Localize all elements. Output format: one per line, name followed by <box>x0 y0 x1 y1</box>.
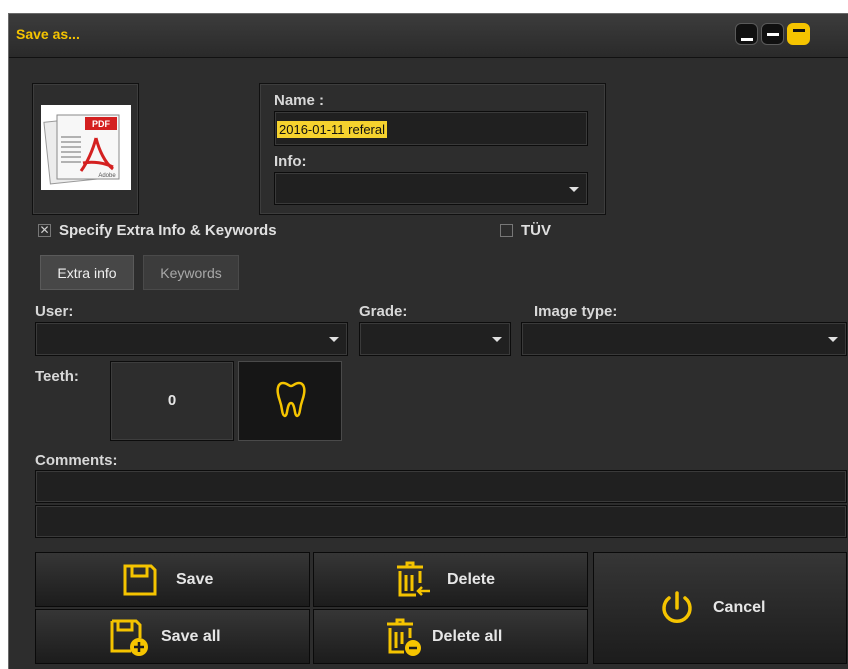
save-as-dialog: Save as... PDF Adobe Name: 2016-01-11 r… <box>8 13 848 669</box>
chevron-down-icon <box>569 186 579 192</box>
teeth-chart-button[interactable] <box>238 361 342 441</box>
maximize-button[interactable] <box>787 23 810 45</box>
chevron-down-icon <box>329 337 339 342</box>
name-info-panel: Name : 2016-01-11 referal Info: <box>259 83 606 215</box>
image-type-label: Image type: <box>534 303 618 320</box>
name-field[interactable]: 2016-01-11 referal <box>274 111 588 146</box>
floppy-disk-icon <box>123 564 157 596</box>
window-title: Save as... <box>16 26 80 42</box>
delete-trash-icon <box>397 561 430 597</box>
user-dropdown[interactable] <box>35 322 348 356</box>
delete-button-label: Delete <box>447 571 496 588</box>
teeth-count: 0 <box>167 392 177 409</box>
tab-extra-info[interactable]: Extra info <box>40 255 134 290</box>
name-label: Name : <box>274 92 325 109</box>
save-all-icon <box>110 619 148 656</box>
delete-all-button-label: Delete all <box>432 628 503 645</box>
comments-label: Comments: <box>35 452 118 469</box>
restore-button[interactable] <box>761 23 784 45</box>
image-type-dropdown[interactable] <box>521 322 847 356</box>
info-label: Info: <box>274 153 307 170</box>
delete-all-icon <box>387 618 421 656</box>
thumbnail-panel: PDF Adobe <box>32 83 139 215</box>
save-all-button-label: Save all <box>161 628 221 645</box>
user-label: User: <box>35 303 74 320</box>
comment-line-1[interactable] <box>35 470 847 503</box>
pdf-file-icon: PDF Adobe <box>41 105 131 190</box>
grade-dropdown[interactable] <box>359 322 511 356</box>
tuv-checkbox-label: TÜV <box>521 222 551 239</box>
svg-text:PDF: PDF <box>92 119 111 129</box>
tooth-icon <box>276 381 306 418</box>
tab-keywords[interactable]: Keywords <box>143 255 239 290</box>
cancel-button-label: Cancel <box>713 599 766 616</box>
chevron-down-icon <box>828 337 838 342</box>
delete-all-button[interactable]: Delete all <box>313 609 588 664</box>
save-button-label: Save <box>176 571 214 588</box>
extra-info-checkbox[interactable]: ✕ <box>38 224 51 237</box>
chevron-down-icon <box>492 337 502 342</box>
extra-info-checkbox-label: Specify Extra Info & Keywords <box>59 222 277 239</box>
comment-line-2[interactable] <box>35 505 847 538</box>
save-button[interactable]: Save <box>35 552 310 607</box>
title-bar: Save as... <box>9 14 848 58</box>
teeth-count-box: 0 <box>110 361 234 441</box>
svg-text:Adobe: Adobe <box>98 173 116 179</box>
cancel-button[interactable]: Cancel <box>593 552 847 664</box>
grade-label: Grade: <box>359 303 408 320</box>
tuv-checkbox[interactable] <box>500 224 513 237</box>
info-dropdown[interactable] <box>274 172 588 205</box>
delete-button[interactable]: Delete <box>313 552 588 607</box>
teeth-label: Teeth: <box>35 368 79 385</box>
save-all-button[interactable]: Save all <box>35 609 310 664</box>
minimize-button[interactable] <box>735 23 758 45</box>
power-icon <box>662 591 692 623</box>
name-field-value: 2016-01-11 referal <box>277 121 387 138</box>
